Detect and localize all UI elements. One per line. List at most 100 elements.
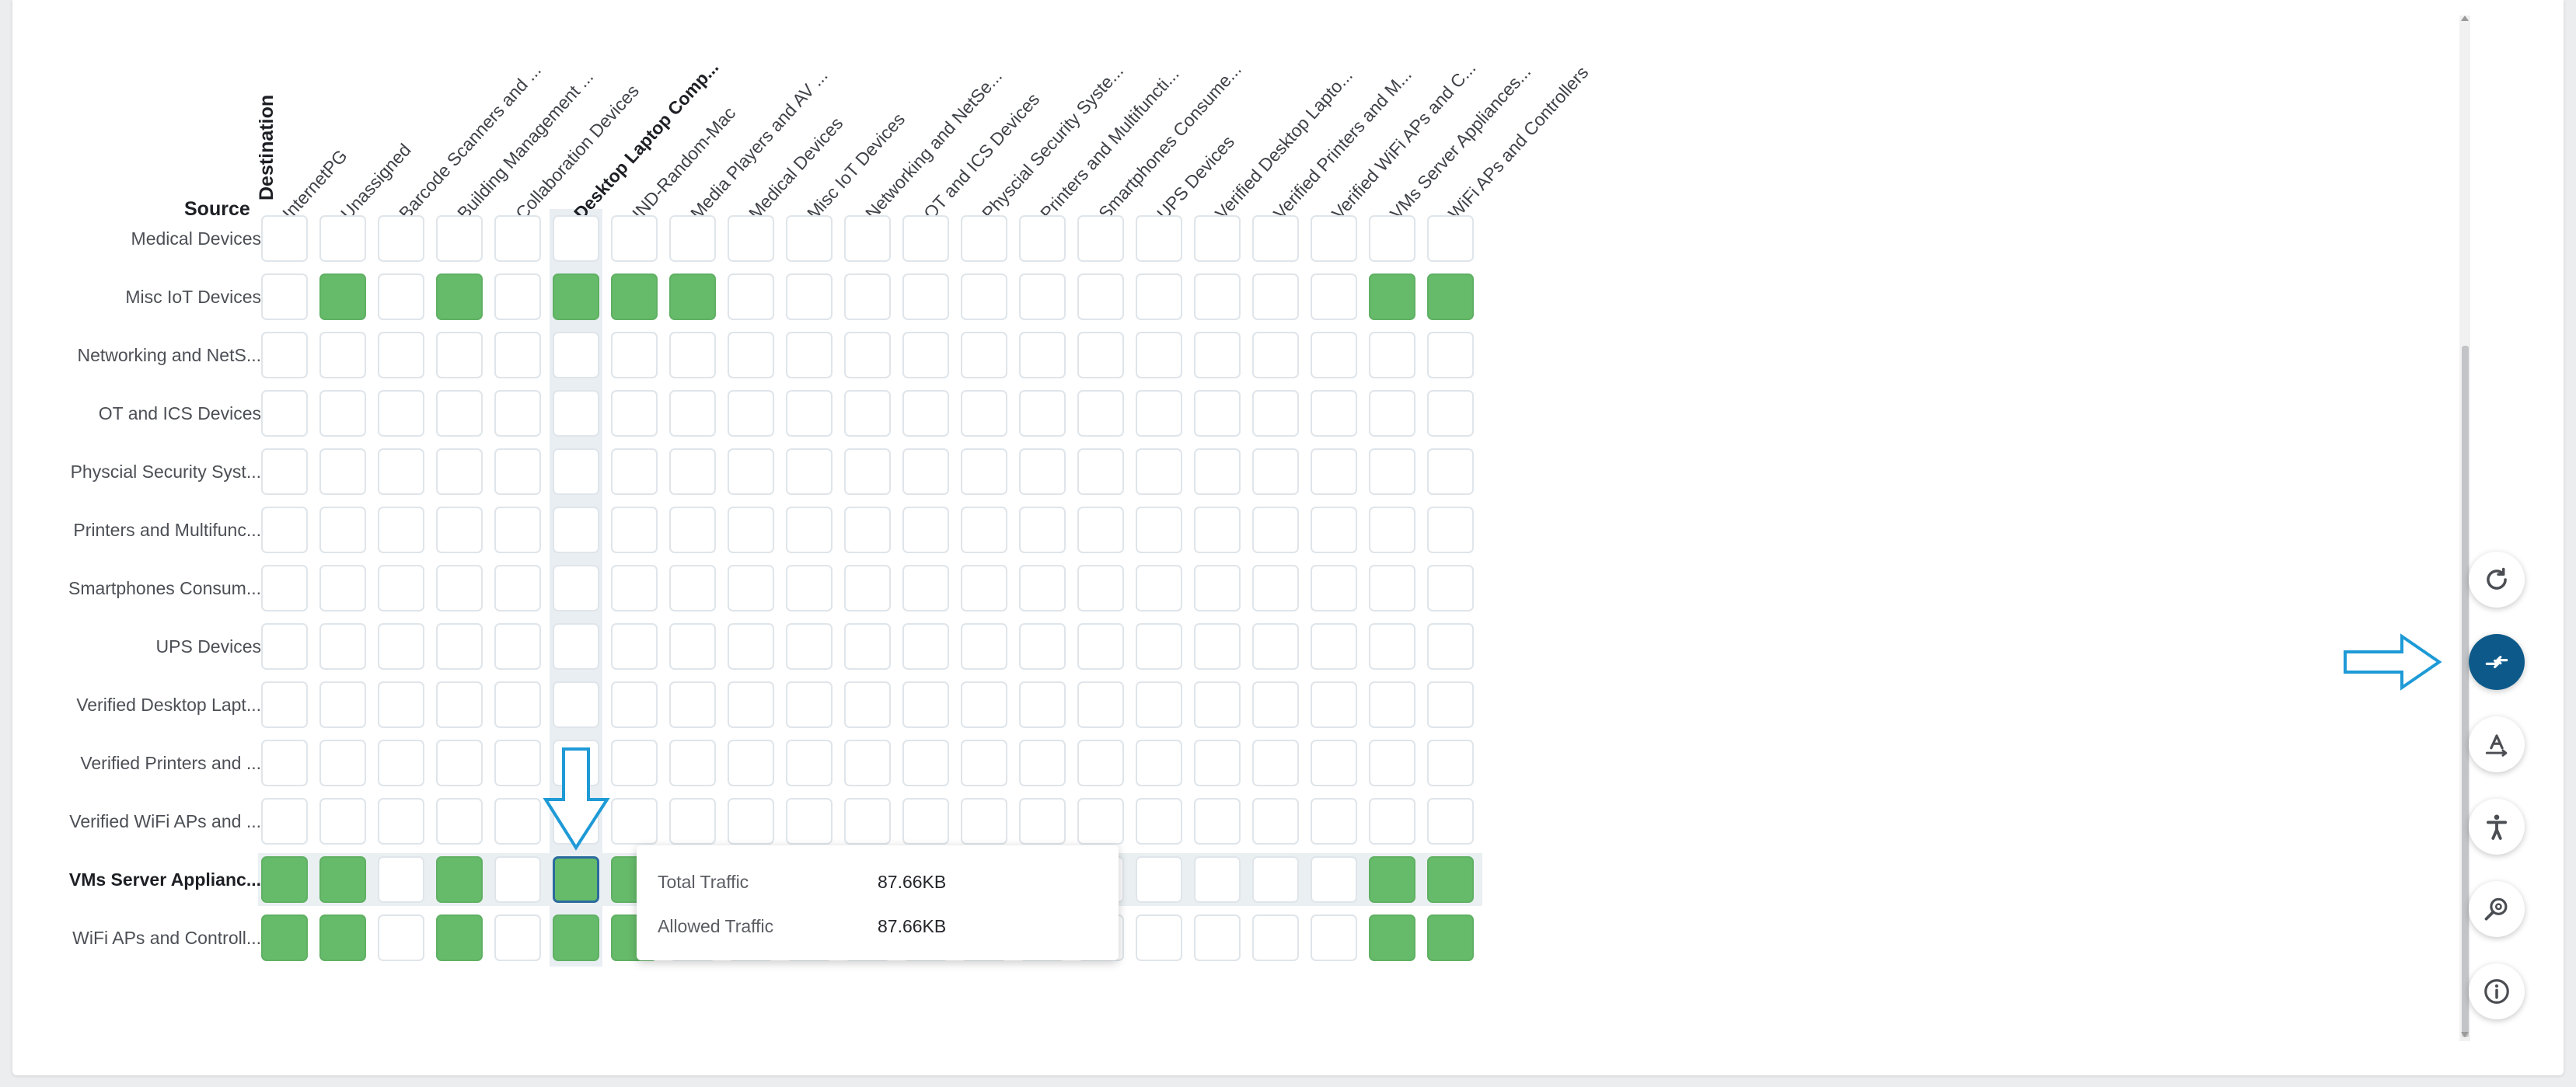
matrix-cell-empty[interactable] — [1019, 215, 1066, 262]
matrix-cell-empty[interactable] — [961, 215, 1007, 262]
matrix-cell-empty[interactable] — [1077, 273, 1124, 320]
matrix-cell-empty[interactable] — [494, 448, 541, 495]
matrix-cell-empty[interactable] — [1019, 740, 1066, 786]
matrix-cell-allowed[interactable] — [611, 273, 658, 320]
matrix-cell-empty[interactable] — [1019, 623, 1066, 670]
matrix-cell-empty[interactable] — [1311, 273, 1357, 320]
matrix-cell-empty[interactable] — [1136, 798, 1182, 845]
matrix-cell-empty[interactable] — [1427, 332, 1474, 378]
matrix-cell-empty[interactable] — [1369, 332, 1415, 378]
matrix-cell-empty[interactable] — [1252, 623, 1299, 670]
matrix-cell-empty[interactable] — [378, 507, 424, 553]
matrix-cell-empty[interactable] — [261, 390, 308, 437]
matrix-cell-empty[interactable] — [1311, 856, 1357, 903]
matrix-cell-empty[interactable] — [1077, 215, 1124, 262]
matrix-cell-allowed[interactable] — [319, 273, 366, 320]
matrix-cell-empty[interactable] — [728, 332, 774, 378]
matrix-cell-empty[interactable] — [844, 681, 891, 728]
matrix-cell-allowed[interactable] — [553, 856, 599, 903]
matrix-cell-empty[interactable] — [1252, 915, 1299, 961]
matrix-cell-empty[interactable] — [1252, 507, 1299, 553]
matrix-cell-empty[interactable] — [1427, 798, 1474, 845]
matrix-cell-empty[interactable] — [1077, 565, 1124, 611]
matrix-cell-empty[interactable] — [261, 332, 308, 378]
matrix-cell-empty[interactable] — [553, 390, 599, 437]
matrix-cell-empty[interactable] — [1311, 565, 1357, 611]
matrix-cell-empty[interactable] — [319, 623, 366, 670]
matrix-cell-empty[interactable] — [1136, 915, 1182, 961]
matrix-cell-empty[interactable] — [1077, 623, 1124, 670]
matrix-cell-empty[interactable] — [494, 332, 541, 378]
matrix-cell-empty[interactable] — [494, 273, 541, 320]
matrix-cell-empty[interactable] — [1427, 681, 1474, 728]
matrix-cell-empty[interactable] — [1019, 273, 1066, 320]
matrix-cell-empty[interactable] — [844, 332, 891, 378]
matrix-cell-empty[interactable] — [378, 215, 424, 262]
matrix-cell-empty[interactable] — [1252, 856, 1299, 903]
matrix-cell-empty[interactable] — [378, 915, 424, 961]
matrix-cell-empty[interactable] — [1194, 273, 1241, 320]
matrix-cell-empty[interactable] — [1427, 740, 1474, 786]
scroll-up-icon[interactable] — [2461, 16, 2469, 21]
matrix-cell-empty[interactable] — [728, 565, 774, 611]
matrix-cell-allowed[interactable] — [1427, 915, 1474, 961]
matrix-cell-empty[interactable] — [319, 507, 366, 553]
matrix-cell-empty[interactable] — [1019, 507, 1066, 553]
matrix-cell-empty[interactable] — [844, 507, 891, 553]
matrix-cell-empty[interactable] — [844, 798, 891, 845]
row-header[interactable]: Verified Printers and ... — [12, 751, 261, 775]
matrix-cell-empty[interactable] — [669, 565, 716, 611]
row-header[interactable]: OT and ICS Devices — [12, 402, 261, 425]
matrix-cell-empty[interactable] — [1194, 215, 1241, 262]
accessibility-button[interactable] — [2469, 799, 2525, 855]
matrix-cell-empty[interactable] — [553, 507, 599, 553]
matrix-cell-empty[interactable] — [494, 681, 541, 728]
matrix-cell-empty[interactable] — [1077, 740, 1124, 786]
matrix-cell-empty[interactable] — [611, 215, 658, 262]
matrix-cell-empty[interactable] — [319, 798, 366, 845]
matrix-cell-allowed[interactable] — [261, 856, 308, 903]
matrix-cell-empty[interactable] — [1019, 448, 1066, 495]
matrix-cell-empty[interactable] — [611, 740, 658, 786]
row-header[interactable]: WiFi APs and Controll... — [12, 926, 261, 949]
matrix-cell-empty[interactable] — [319, 390, 366, 437]
matrix-cell-empty[interactable] — [378, 273, 424, 320]
matrix-cell-empty[interactable] — [261, 681, 308, 728]
matrix-cell-empty[interactable] — [261, 448, 308, 495]
matrix-cell-empty[interactable] — [1311, 740, 1357, 786]
matrix-cell-empty[interactable] — [1194, 565, 1241, 611]
matrix-cell-empty[interactable] — [494, 507, 541, 553]
matrix-cell-empty[interactable] — [1427, 215, 1474, 262]
matrix-cell-empty[interactable] — [844, 273, 891, 320]
matrix-cell-empty[interactable] — [436, 681, 483, 728]
matrix-cell-empty[interactable] — [1194, 623, 1241, 670]
matrix-cell-empty[interactable] — [1311, 215, 1357, 262]
scroll-down-icon[interactable] — [2461, 1032, 2469, 1037]
matrix-cell-empty[interactable] — [494, 623, 541, 670]
matrix-cell-empty[interactable] — [1194, 507, 1241, 553]
matrix-cell-empty[interactable] — [1136, 390, 1182, 437]
matrix-cell-empty[interactable] — [961, 798, 1007, 845]
matrix-cell-empty[interactable] — [669, 332, 716, 378]
matrix-cell-empty[interactable] — [611, 681, 658, 728]
matrix-cell-empty[interactable] — [1311, 507, 1357, 553]
matrix-cell-empty[interactable] — [902, 623, 949, 670]
matrix-cell-empty[interactable] — [436, 390, 483, 437]
matrix-cell-empty[interactable] — [1194, 915, 1241, 961]
matrix-cell-empty[interactable] — [1136, 856, 1182, 903]
info-button[interactable] — [2469, 963, 2525, 1019]
matrix-cell-empty[interactable] — [1136, 332, 1182, 378]
matrix-cell-empty[interactable] — [1019, 332, 1066, 378]
matrix-cell-empty[interactable] — [786, 681, 832, 728]
matrix-cell-empty[interactable] — [1311, 332, 1357, 378]
matrix-cell-empty[interactable] — [378, 681, 424, 728]
matrix-cell-empty[interactable] — [319, 448, 366, 495]
search-settings-button[interactable] — [2469, 881, 2525, 937]
matrix-cell-empty[interactable] — [319, 332, 366, 378]
matrix-cell-empty[interactable] — [844, 623, 891, 670]
matrix-cell-empty[interactable] — [1369, 390, 1415, 437]
matrix-cell-empty[interactable] — [378, 798, 424, 845]
matrix-cell-empty[interactable] — [669, 798, 716, 845]
row-header[interactable]: VMs Server Applianc... — [12, 868, 261, 891]
matrix-cell-empty[interactable] — [1136, 681, 1182, 728]
